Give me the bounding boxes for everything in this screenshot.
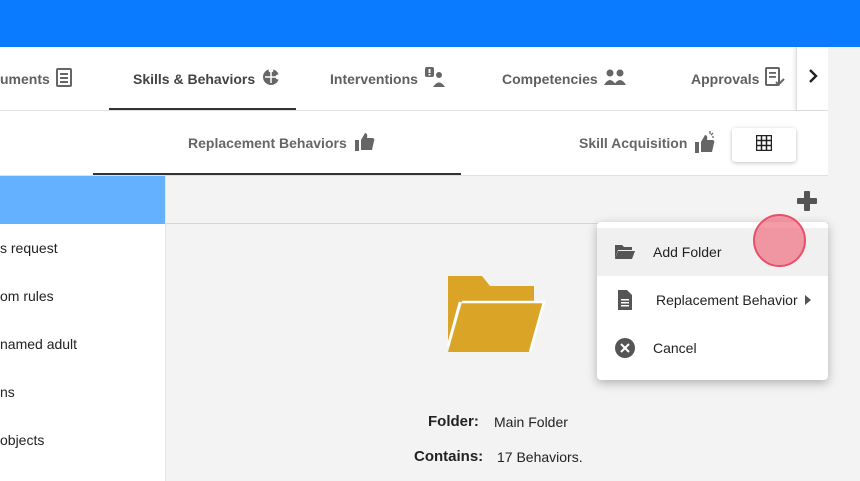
folder-name-value: Main Folder — [494, 414, 568, 430]
menu-item-label: Cancel — [653, 340, 697, 356]
sidebar-item-selected[interactable] — [0, 176, 165, 224]
approval-doc-icon — [765, 67, 786, 90]
caret-right-icon — [805, 292, 811, 308]
active-subtab-indicator — [93, 173, 461, 175]
folder-open-icon — [446, 274, 546, 356]
folder-sidebar: s request om rules named adult ns object… — [0, 176, 166, 481]
group-icon — [603, 68, 626, 89]
puzzle-icon — [261, 67, 281, 90]
sidebar-item-label: objects — [0, 432, 45, 448]
plus-icon — [796, 191, 818, 216]
subtab-skill-acquisition[interactable]: Skill Acquisition — [579, 111, 715, 175]
active-tab-indicator — [109, 108, 296, 110]
menu-item-cancel[interactable]: Cancel — [597, 324, 828, 372]
cancel-icon — [615, 338, 635, 358]
sidebar-item[interactable]: ns — [0, 368, 165, 416]
folder-contains-label: Contains: — [414, 448, 484, 465]
tab-label: uments — [0, 70, 50, 87]
tab-label: Competencies — [502, 70, 598, 87]
document-icon — [55, 67, 72, 90]
subtab-label: Skill Acquisition — [579, 135, 688, 151]
grid-view-button[interactable] — [732, 128, 796, 162]
menu-item-label: Replacement Behavior — [656, 292, 798, 308]
tab-label: Interventions — [330, 70, 418, 87]
tab-label: Skills & Behaviors — [133, 70, 256, 87]
sidebar-item[interactable]: objects — [0, 416, 165, 464]
tab-skills-behaviors[interactable]: Skills & Behaviors — [133, 47, 281, 110]
app-header-bar — [0, 0, 860, 47]
grid-icon — [755, 134, 773, 156]
sidebar-item-label: ns — [0, 384, 15, 400]
main-tab-bar: uments Skills & Behaviors Interventions … — [0, 47, 828, 111]
tab-label: Approvals — [691, 70, 760, 87]
tabs-scroll-right-button[interactable] — [796, 47, 828, 110]
subtab-replacement-behaviors[interactable]: Replacement Behaviors — [188, 111, 375, 175]
menu-item-label: Add Folder — [653, 244, 722, 260]
folder-name-label: Folder: — [428, 413, 479, 430]
click-indicator — [753, 214, 806, 267]
tab-competencies[interactable]: Competencies — [502, 47, 626, 110]
sidebar-item[interactable]: named adult — [0, 320, 165, 368]
person-alert-icon — [424, 67, 446, 90]
sidebar-item-label: named adult — [0, 336, 78, 352]
add-button[interactable] — [796, 190, 818, 212]
sidebar-item-label: om rules — [0, 288, 54, 304]
thumbs-up-icon — [354, 132, 375, 154]
folder-contains-value: 17 Behaviors. — [497, 449, 583, 465]
menu-item-replacement-behavior[interactable]: Replacement Behavior — [597, 276, 828, 324]
subtab-label: Replacement Behaviors — [188, 135, 347, 151]
tab-approvals[interactable]: Approvals — [691, 47, 786, 110]
sub-tab-bar: Replacement Behaviors Skill Acquisition — [0, 111, 828, 176]
folder-open-icon — [615, 242, 635, 262]
tab-documents[interactable]: uments — [0, 47, 72, 110]
sidebar-item-label: s request — [0, 240, 58, 256]
detail-toolbar — [166, 176, 828, 224]
chevron-right-icon — [808, 69, 818, 88]
tab-interventions[interactable]: Interventions — [330, 47, 446, 110]
right-gutter — [828, 47, 860, 481]
thumbs-up-sparkle-icon — [695, 130, 715, 156]
sidebar-item[interactable]: om rules — [0, 272, 165, 320]
document-icon — [615, 290, 635, 310]
sidebar-item[interactable]: s request — [0, 224, 165, 272]
